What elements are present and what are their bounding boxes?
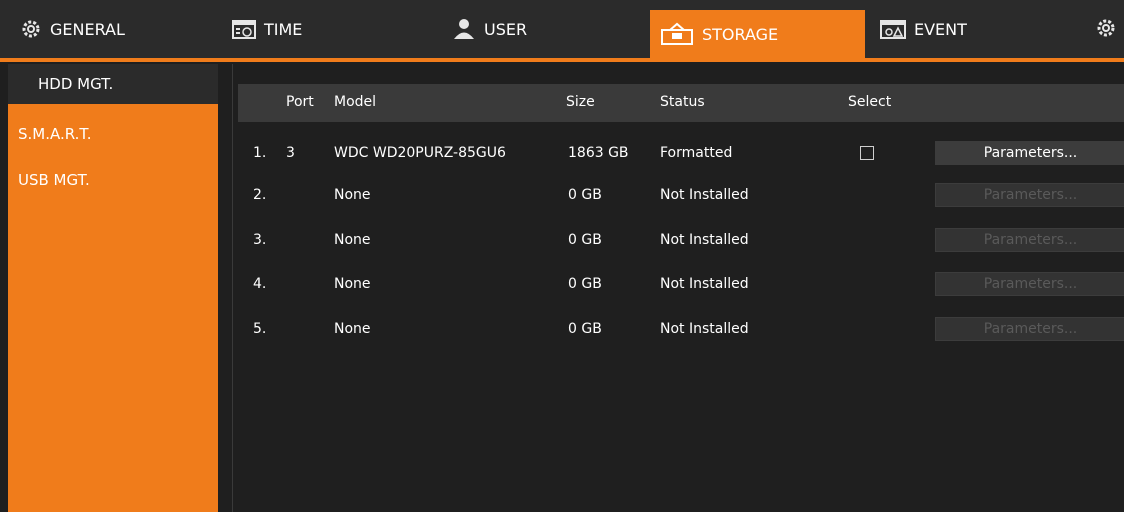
menu-item-label: HDD MGT.	[38, 75, 114, 93]
row-model: WDC WD20PURZ-85GU6	[334, 145, 506, 161]
left-menu: HDD MGT. S.M.A.R.T. USB MGT.	[8, 64, 218, 512]
divider	[232, 64, 233, 512]
row-size: 0 GB	[568, 187, 602, 203]
parameters-button[interactable]: Parameters...	[935, 183, 1124, 207]
row-index: 1.	[253, 145, 267, 161]
parameters-button[interactable]: Parameters...	[935, 141, 1124, 165]
row-model: None	[334, 276, 371, 292]
header-size: Size	[566, 94, 595, 110]
table-header: Port Model Size Status Select	[238, 84, 1124, 122]
tab-storage[interactable]: STORAGE	[650, 10, 865, 58]
row-index: 5.	[253, 321, 267, 337]
row-status: Not Installed	[660, 187, 749, 203]
tab-label: STORAGE	[702, 24, 779, 44]
table-row: 1. 3 WDC WD20PURZ-85GU6 1863 GB Formatte…	[238, 133, 1124, 173]
table-row: 4. None 0 GB Not Installed Parameters...	[238, 264, 1124, 304]
table-row: 2. None 0 GB Not Installed Parameters...	[238, 175, 1124, 215]
tab-general[interactable]: GENERAL	[20, 0, 125, 58]
storage-icon	[660, 22, 694, 46]
parameters-button[interactable]: Parameters...	[935, 272, 1124, 296]
row-model: None	[334, 232, 371, 248]
header-select: Select	[848, 94, 892, 110]
header-status: Status	[660, 94, 705, 110]
row-status: Formatted	[660, 145, 733, 161]
search-gear-icon	[1096, 18, 1120, 40]
user-icon	[452, 18, 476, 40]
row-status: Not Installed	[660, 321, 749, 337]
parameters-button[interactable]: Parameters...	[935, 228, 1124, 252]
row-size: 0 GB	[568, 276, 602, 292]
tab-label: GENERAL	[50, 19, 125, 39]
row-model: None	[334, 321, 371, 337]
row-model: None	[334, 187, 371, 203]
row-status: Not Installed	[660, 276, 749, 292]
row-size: 0 GB	[568, 232, 602, 248]
calendar-clock-icon	[232, 18, 256, 40]
menu-item-smart[interactable]: S.M.A.R.T.	[8, 116, 218, 152]
tab-label: EVENT	[914, 19, 967, 39]
row-index: 2.	[253, 187, 267, 203]
event-alarm-icon	[880, 18, 906, 40]
gear-icon	[20, 18, 42, 40]
tab-label: TIME	[264, 19, 303, 39]
row-size: 0 GB	[568, 321, 602, 337]
parameters-button[interactable]: Parameters...	[935, 317, 1124, 341]
menu-item-label: S.M.A.R.T.	[18, 125, 92, 143]
table-row: 3. None 0 GB Not Installed Parameters...	[238, 220, 1124, 260]
row-index: 3.	[253, 232, 267, 248]
menu-item-usb-mgt[interactable]: USB MGT.	[8, 162, 218, 198]
tab-user[interactable]: USER	[452, 0, 527, 58]
menu-item-label: USB MGT.	[18, 171, 90, 189]
tab-label: USER	[484, 19, 528, 39]
row-port: 3	[286, 145, 295, 161]
header-port: Port	[286, 94, 314, 110]
tab-event[interactable]: EVENT	[880, 0, 967, 58]
select-checkbox[interactable]	[860, 146, 874, 160]
row-status: Not Installed	[660, 232, 749, 248]
row-size: 1863 GB	[568, 145, 629, 161]
menu-item-hdd-mgt[interactable]: HDD MGT.	[8, 64, 218, 104]
header-model: Model	[334, 94, 377, 110]
tab-more-icon[interactable]	[1096, 0, 1124, 58]
top-tab-bar: GENERAL TIME USER STORAGE EVENT	[0, 0, 1124, 62]
row-index: 4.	[253, 276, 267, 292]
tab-time[interactable]: TIME	[232, 0, 302, 58]
table-row: 5. None 0 GB Not Installed Parameters...	[238, 309, 1124, 349]
